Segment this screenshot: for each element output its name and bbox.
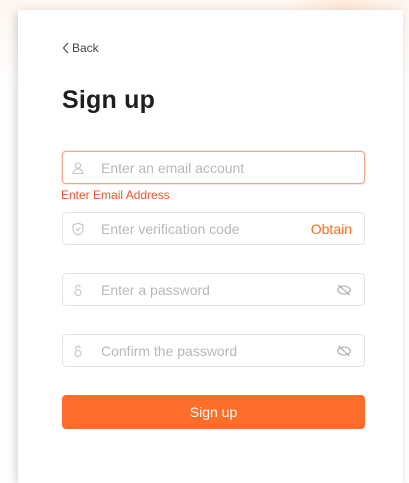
eye-off-icon[interactable] bbox=[336, 345, 352, 357]
email-field[interactable] bbox=[62, 151, 365, 184]
chevron-left-icon bbox=[62, 42, 70, 54]
page-title: Sign up bbox=[62, 86, 156, 114]
password-field[interactable] bbox=[62, 273, 365, 306]
verification-code-field[interactable]: Obtain bbox=[62, 212, 365, 245]
eye-off-icon[interactable] bbox=[336, 284, 352, 296]
password-input[interactable] bbox=[101, 274, 336, 305]
lock-icon bbox=[71, 344, 85, 358]
confirm-password-input[interactable] bbox=[101, 335, 336, 366]
signup-button[interactable]: Sign up bbox=[62, 395, 365, 429]
lock-icon bbox=[71, 283, 85, 297]
back-link[interactable]: Back bbox=[62, 41, 99, 55]
user-icon bbox=[71, 161, 85, 175]
obtain-code-button[interactable]: Obtain bbox=[311, 221, 352, 237]
email-input[interactable] bbox=[101, 152, 364, 183]
back-label: Back bbox=[72, 41, 99, 55]
shield-icon bbox=[71, 222, 85, 236]
email-error-message: Enter Email Address bbox=[61, 188, 170, 202]
confirm-password-field[interactable] bbox=[62, 334, 365, 367]
screen: Back Sign up Enter Email Address Obtain bbox=[0, 0, 409, 483]
verification-code-input[interactable] bbox=[101, 213, 311, 244]
